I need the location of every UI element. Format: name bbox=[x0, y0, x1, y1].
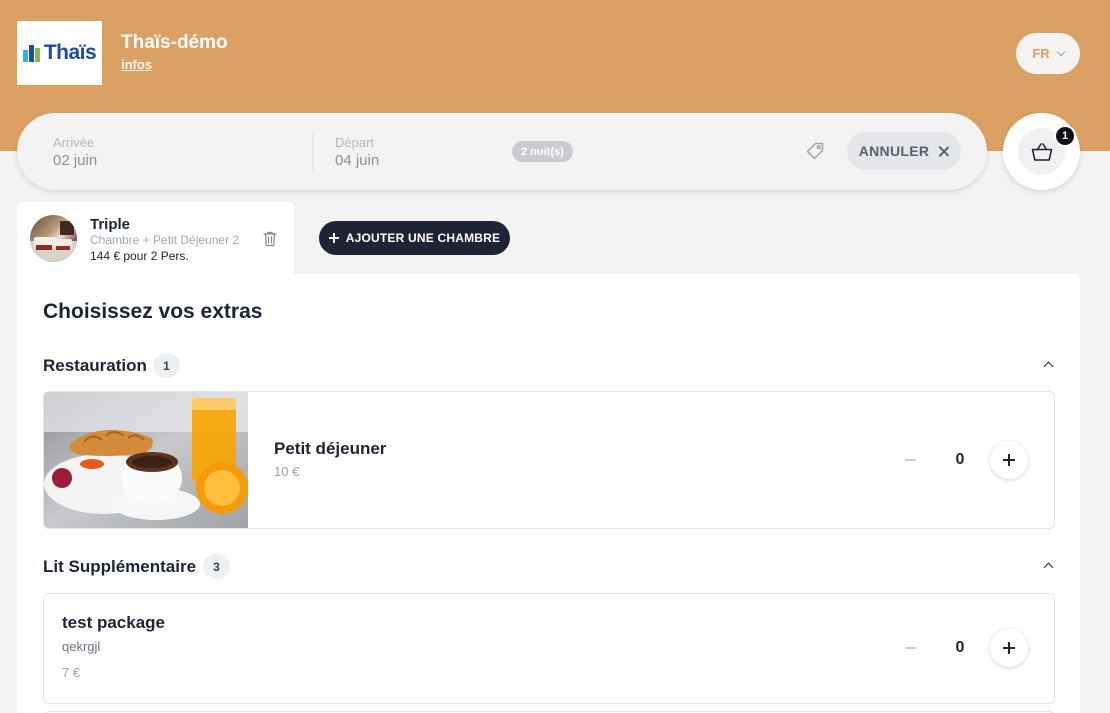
cart-count-badge: 1 bbox=[1054, 125, 1076, 147]
extras-title: Choisissez vos extras bbox=[43, 300, 263, 323]
item-name: Petit déjeuner bbox=[274, 439, 387, 458]
room-title: Triple bbox=[90, 216, 131, 233]
category-title-restauration[interactable]: Restauration bbox=[43, 356, 147, 376]
extra-item-card: test package qekrgjl 7 € 0 bbox=[43, 593, 1055, 704]
arrival-value: 02 juin bbox=[53, 152, 98, 169]
logo-icon bbox=[22, 42, 41, 64]
chevron-up-icon[interactable] bbox=[1043, 562, 1054, 573]
category-title-lit-supplementaire[interactable]: Lit Supplémentaire bbox=[43, 557, 196, 577]
hotel-name: Thaïs-démo bbox=[121, 32, 228, 53]
decrease-quantity-button[interactable] bbox=[891, 629, 929, 667]
plus-icon bbox=[328, 233, 339, 243]
room-thumbnail bbox=[30, 215, 77, 262]
add-room-label: AJOUTER UNE CHAMBRE bbox=[345, 231, 501, 245]
quantity-value: 0 bbox=[955, 639, 965, 656]
item-price: 10 € bbox=[274, 464, 300, 479]
field-divider bbox=[312, 133, 313, 171]
add-room-button[interactable]: AJOUTER UNE CHAMBRE bbox=[319, 221, 510, 255]
close-icon bbox=[938, 146, 949, 157]
date-search-bar: Arrivée 02 juin Départ 04 juin 2 nuit(s)… bbox=[17, 113, 987, 190]
departure-value: 04 juin bbox=[335, 152, 380, 169]
hotel-info-link[interactable]: infos bbox=[121, 57, 152, 72]
arrival-label: Arrivée bbox=[53, 135, 95, 150]
logo-text: Thaïs bbox=[43, 41, 97, 64]
departure-label: Départ bbox=[335, 135, 375, 150]
increase-quantity-button[interactable] bbox=[990, 629, 1028, 667]
room-price: 144 € pour 2 Pers. bbox=[90, 249, 189, 263]
trash-icon[interactable] bbox=[262, 230, 278, 247]
increase-quantity-button[interactable] bbox=[990, 441, 1028, 479]
quantity-value: 0 bbox=[955, 451, 965, 468]
chevron-up-icon[interactable] bbox=[1043, 361, 1054, 372]
breakfast-image bbox=[44, 392, 248, 528]
category-count-badge: 3 bbox=[203, 554, 230, 579]
cart-button[interactable]: 1 bbox=[1003, 113, 1080, 190]
decrease-quantity-button[interactable] bbox=[891, 441, 929, 479]
basket-icon bbox=[1031, 142, 1052, 161]
chevron-down-icon bbox=[1056, 47, 1065, 56]
hotel-logo[interactable]: Thaïs bbox=[17, 21, 102, 85]
language-selector[interactable]: FR bbox=[1016, 33, 1080, 74]
room-subtitle: Chambre + Petit Déjeuner 2 bbox=[90, 233, 240, 247]
extras-panel: Choisissez vos extras Restauration 1 Pet… bbox=[17, 274, 1080, 713]
category-count-badge: 1 bbox=[153, 353, 180, 378]
cancel-button[interactable]: ANNULER bbox=[847, 132, 961, 170]
cancel-label: ANNULER bbox=[858, 143, 930, 159]
nights-badge: 2 nuit(s) bbox=[512, 141, 573, 162]
arrival-field[interactable]: Arrivée 02 juin bbox=[37, 123, 297, 181]
extra-item-card: Petit déjeuner 10 € 0 bbox=[43, 391, 1055, 529]
selected-room-tab[interactable]: Triple Chambre + Petit Déjeuner 2 144 € … bbox=[17, 202, 294, 282]
item-description: qekrgjl bbox=[62, 639, 101, 654]
promo-tag-icon[interactable] bbox=[805, 141, 825, 161]
language-label: FR bbox=[1032, 46, 1050, 61]
departure-field[interactable]: Départ 04 juin bbox=[319, 123, 499, 181]
item-price: 7 € bbox=[62, 665, 81, 680]
item-name: test package bbox=[62, 613, 165, 632]
